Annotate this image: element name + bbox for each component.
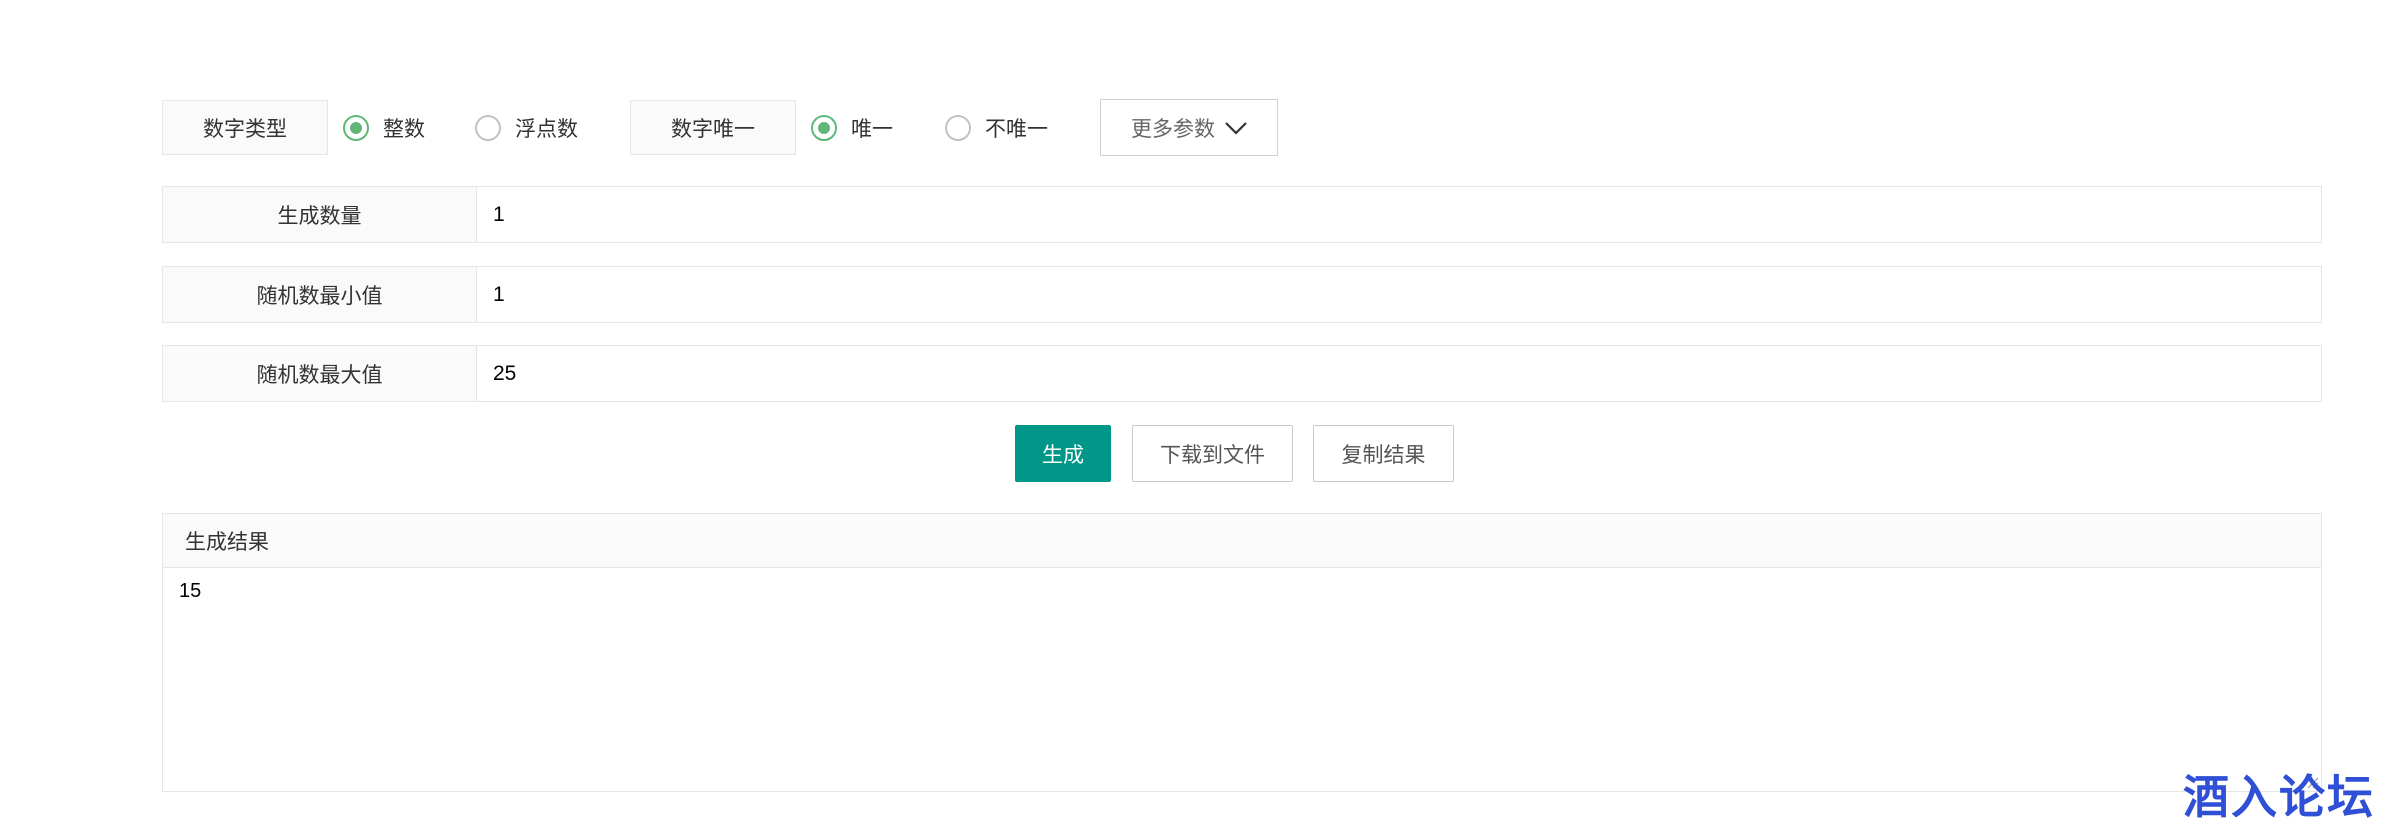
max-row: 随机数最大值 — [162, 345, 2322, 402]
page: 数字类型 整数 浮点数 数字唯一 唯一 不唯一 更多参数 生成数量 1 随机数最… — [0, 0, 2389, 828]
radio-integer-label: 整数 — [383, 117, 425, 141]
radio-integer-indicator — [343, 114, 369, 141]
radio-float-indicator — [475, 114, 501, 141]
min-input[interactable] — [477, 267, 2321, 322]
download-button[interactable]: 下载到文件 — [1132, 425, 1293, 482]
generate-button[interactable]: 生成 — [1015, 425, 1111, 482]
count-label: 生成数量 — [163, 187, 477, 242]
action-buttons: 生成 下载到文件 复制结果 — [0, 425, 2389, 482]
number-type-label: 数字类型 — [162, 100, 328, 155]
result-textarea[interactable] — [163, 568, 2321, 790]
copy-button[interactable]: 复制结果 — [1313, 425, 1454, 482]
result-title: 生成结果 — [163, 514, 2321, 568]
unique-label: 数字唯一 — [630, 100, 796, 155]
radio-unique-indicator — [811, 114, 837, 141]
radio-not-unique-indicator — [945, 114, 971, 141]
min-row: 随机数最小值 — [162, 266, 2322, 323]
max-input[interactable] — [477, 346, 2321, 401]
result-panel: 生成结果 — [162, 513, 2322, 792]
radio-unique[interactable]: 唯一 — [811, 113, 893, 143]
radio-not-unique-label: 不唯一 — [985, 117, 1048, 141]
max-label: 随机数最大值 — [163, 346, 477, 401]
more-params-button[interactable]: 更多参数 — [1100, 99, 1278, 156]
min-label: 随机数最小值 — [163, 267, 477, 322]
radio-unique-label: 唯一 — [851, 117, 893, 141]
watermark-logo: 酒入论坛 — [2183, 770, 2375, 824]
radio-float-label: 浮点数 — [515, 117, 578, 141]
radio-not-unique[interactable]: 不唯一 — [945, 113, 1048, 143]
radio-integer[interactable]: 整数 — [343, 113, 425, 143]
options-row: 数字类型 整数 浮点数 数字唯一 唯一 不唯一 更多参数 — [162, 99, 1278, 156]
count-row: 生成数量 — [162, 186, 2322, 243]
more-params-label: 更多参数 — [1131, 117, 1215, 141]
count-input[interactable] — [477, 187, 2321, 242]
radio-float[interactable]: 浮点数 — [475, 113, 578, 143]
chevron-down-icon — [1225, 117, 1247, 139]
